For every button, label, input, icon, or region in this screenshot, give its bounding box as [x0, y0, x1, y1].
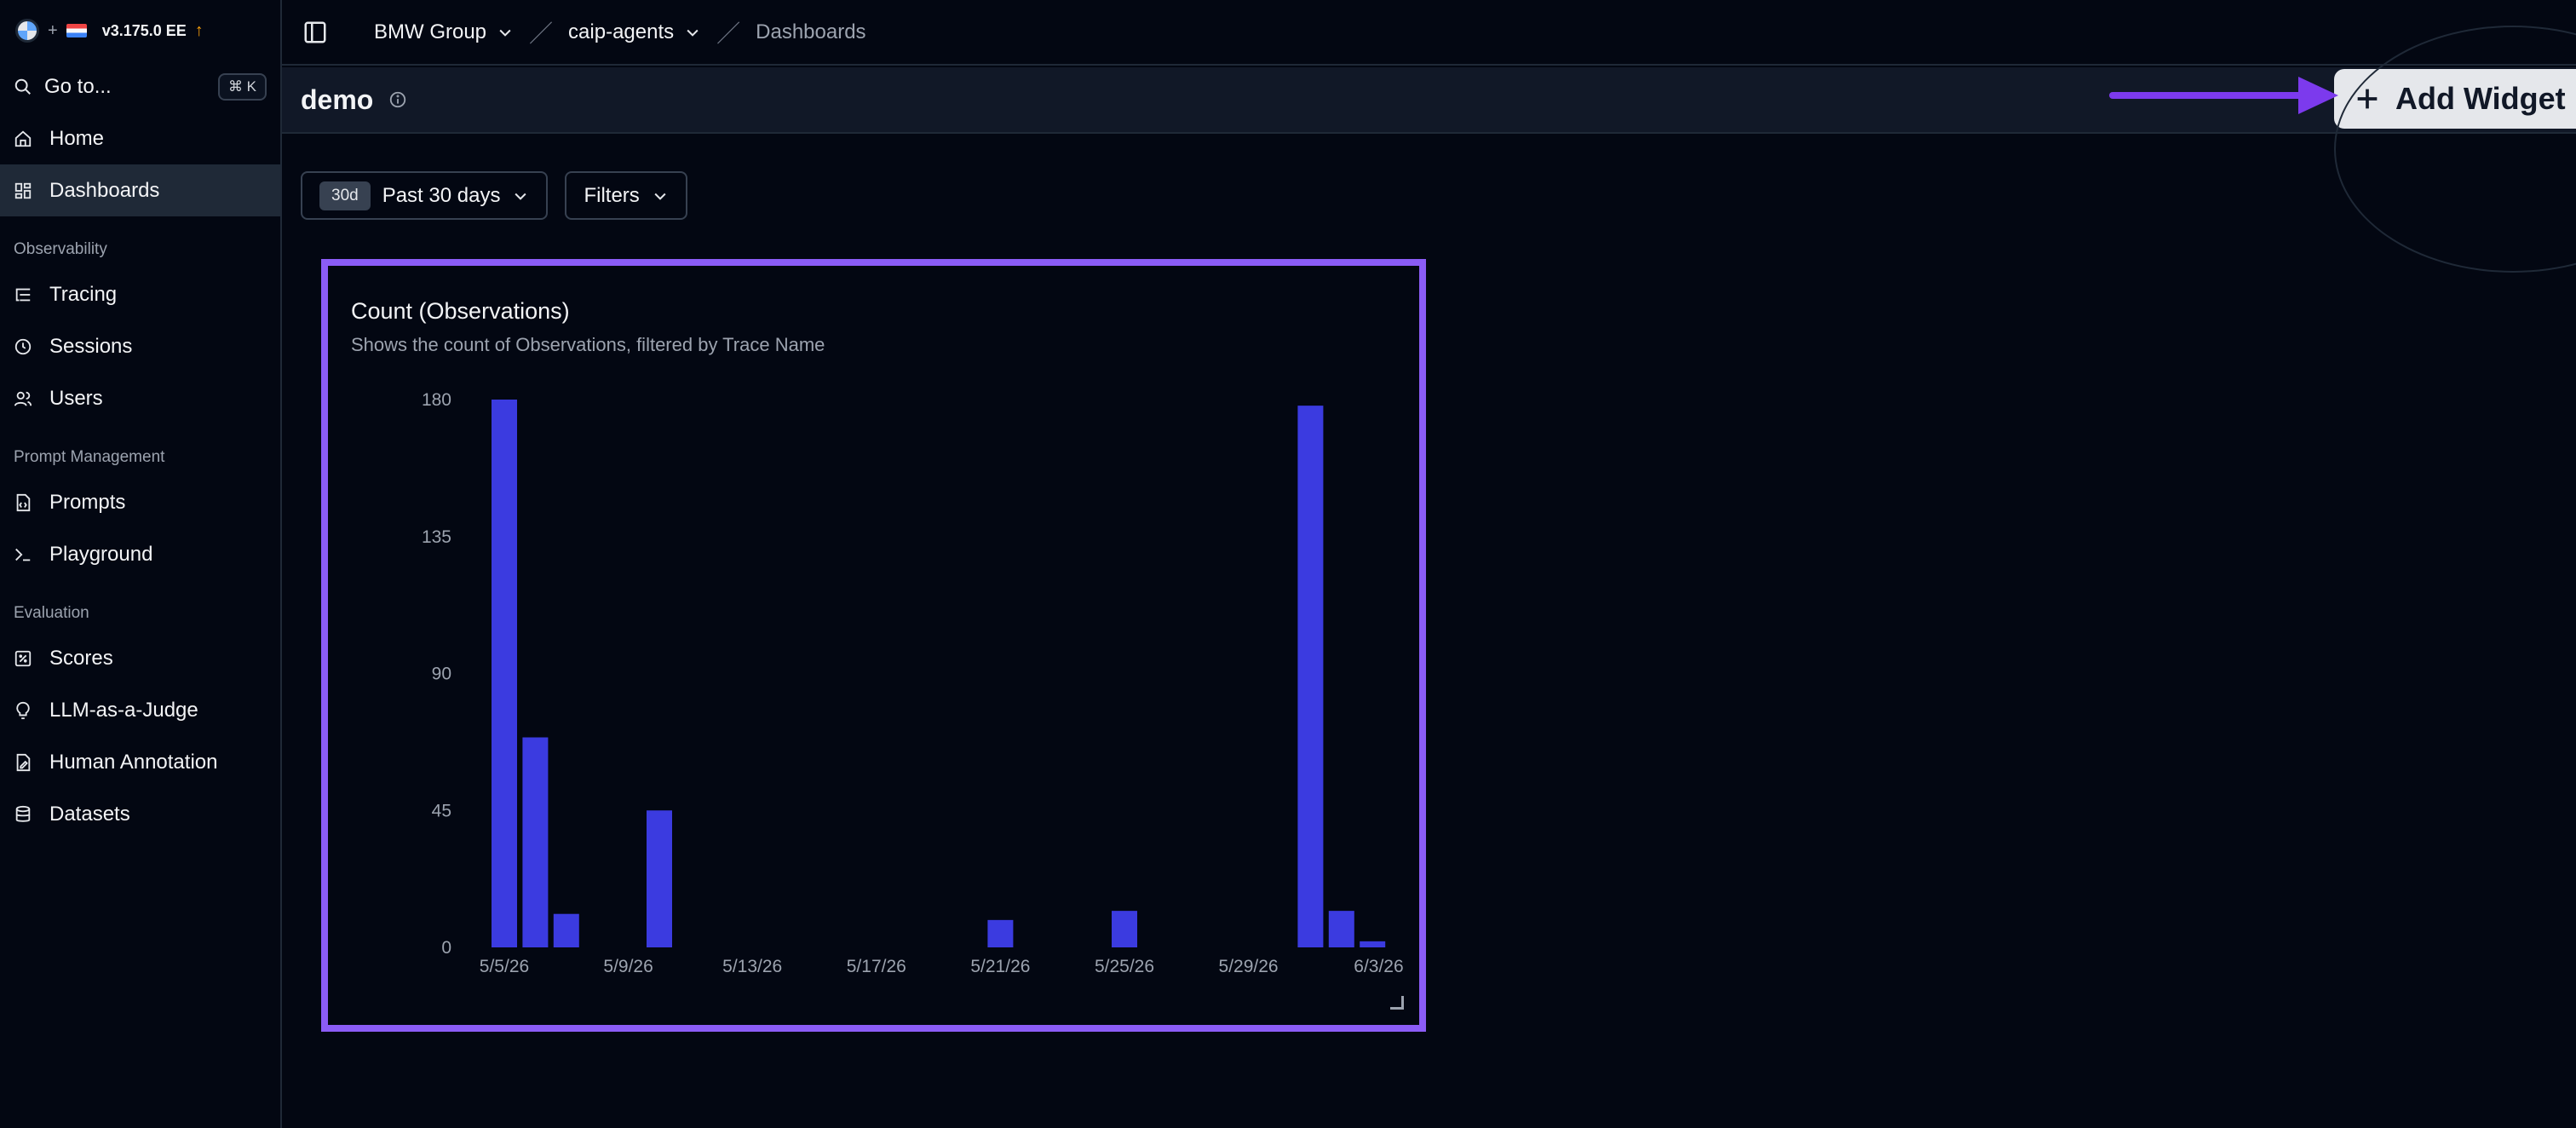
y-tick-label: 180: [422, 390, 451, 410]
sidebar: + v3.175.0 EE ↑ Go to... ⌘ K Home Dashbo…: [0, 0, 282, 1128]
date-range-picker[interactable]: 30d Past 30 days: [301, 171, 549, 220]
square-percent-icon: [14, 650, 32, 666]
sidebar-item-label: LLM-as-a-Judge: [49, 698, 198, 722]
x-tick-label: 5/5/26: [480, 957, 529, 976]
chart-bar[interactable]: [987, 919, 1014, 947]
x-tick-label: 6/3/26: [1354, 957, 1403, 976]
sidebar-item-llm-judge[interactable]: LLM-as-a-Judge: [0, 684, 280, 736]
chevron-down-icon: [687, 29, 699, 37]
sidebar-item-label: Playground: [49, 542, 153, 566]
sidebar-item-label: Datasets: [49, 802, 130, 826]
annotation-icon: [16, 753, 31, 771]
date-range-tag: 30d: [319, 181, 371, 210]
chart-bar[interactable]: [1112, 911, 1137, 947]
chart-bar[interactable]: [522, 737, 549, 947]
widget-card[interactable]: Count (Observations) Shows the count of …: [321, 259, 1426, 1032]
goto-shortcut: ⌘ K: [217, 73, 267, 101]
sidebar-item-label: Dashboards: [49, 178, 160, 202]
sidebar-item-label: Human Annotation: [49, 750, 218, 774]
breadcrumb-project-label: caip-agents: [568, 20, 675, 43]
search-icon: [14, 78, 31, 95]
lightbulb-icon: [16, 701, 30, 719]
breadcrumb-org[interactable]: BMW Group: [374, 20, 514, 44]
flag-icon: [66, 24, 87, 37]
top-bar: BMW Group ／ caip-agents ／ Dashboards: [282, 0, 2576, 66]
y-tick-label: 0: [441, 938, 451, 958]
sidebar-item-users[interactable]: Users: [0, 372, 280, 424]
page-title: demo: [301, 83, 374, 115]
sidebar-toggle-icon[interactable]: [302, 20, 328, 45]
sidebar-item-label: Tracing: [49, 282, 118, 306]
sidebar-item-playground[interactable]: Playground: [0, 528, 280, 580]
chart-bar[interactable]: [492, 400, 517, 947]
sidebar-item-datasets[interactable]: Datasets: [0, 788, 280, 840]
sidebar-item-label: Sessions: [49, 334, 133, 358]
chart-bar[interactable]: [1360, 941, 1386, 947]
breadcrumb-org-label: BMW Group: [374, 20, 487, 43]
list-tree-icon: [15, 288, 31, 301]
sidebar-item-label: Scores: [49, 646, 113, 670]
date-range-label: Past 30 days: [382, 183, 501, 207]
goto-label: Go to...: [44, 75, 112, 98]
sidebar-item-dashboards[interactable]: Dashboards: [0, 164, 280, 216]
sidebar-item-sessions[interactable]: Sessions: [0, 320, 280, 372]
bmw-logo-icon: [15, 19, 39, 43]
sidebar-item-tracing[interactable]: Tracing: [0, 268, 280, 320]
y-tick-label: 45: [432, 801, 451, 820]
chart-bar[interactable]: [1297, 406, 1324, 948]
update-arrow-icon: ↑: [194, 20, 204, 40]
sidebar-item-human-annotation[interactable]: Human Annotation: [0, 736, 280, 788]
section-prompt-management: Prompt Management: [14, 448, 165, 466]
bar-chart: 0 45 90 135 180 5/5/26 5/9/26 5/13/26 5/17/26 5/2…: [422, 390, 1404, 976]
brand-header: + v3.175.0 EE ↑: [0, 0, 280, 61]
chart-bar[interactable]: [1328, 911, 1354, 947]
home-icon: [14, 130, 32, 147]
chevron-down-icon: [499, 29, 511, 37]
y-tick-label: 135: [422, 527, 451, 547]
x-tick-label: 5/9/26: [603, 957, 653, 976]
file-code-icon: [16, 493, 31, 511]
section-evaluation: Evaluation: [14, 604, 89, 622]
x-tick-label: 5/13/26: [722, 957, 782, 976]
dashboard-icon: [14, 182, 32, 199]
y-tick-label: 90: [432, 665, 451, 684]
breadcrumb-page: Dashboards: [756, 20, 866, 43]
chart-bar[interactable]: [647, 810, 672, 947]
terminal-icon: [15, 548, 31, 561]
chevron-down-icon: [654, 193, 666, 200]
goto-search[interactable]: Go to... ⌘ K: [0, 61, 280, 112]
sidebar-item-label: Prompts: [49, 490, 126, 514]
users-icon: [14, 391, 32, 406]
x-tick-label: 5/21/26: [970, 957, 1030, 976]
resize-handle[interactable]: [1390, 996, 1404, 1010]
filters-button[interactable]: Filters: [565, 171, 687, 220]
x-tick-label: 5/17/26: [847, 957, 906, 976]
callout-arrow-icon: [2109, 77, 2338, 114]
chevron-down-icon: [515, 193, 526, 200]
x-tick-label: 5/25/26: [1095, 957, 1154, 976]
version-label[interactable]: v3.175.0 EE: [102, 22, 187, 40]
breadcrumb-project[interactable]: caip-agents: [568, 20, 701, 44]
sidebar-item-label: Home: [49, 126, 105, 150]
filters-label: Filters: [584, 183, 640, 207]
chart-bar[interactable]: [553, 913, 579, 947]
database-icon: [15, 805, 31, 822]
breadcrumb-separator: ／: [716, 20, 741, 47]
sidebar-item-home[interactable]: Home: [0, 112, 280, 164]
sidebar-item-label: Users: [49, 386, 103, 410]
clock-icon: [14, 338, 32, 354]
section-observability: Observability: [14, 240, 107, 258]
sidebar-item-scores[interactable]: Scores: [0, 632, 280, 684]
info-icon[interactable]: [388, 90, 407, 109]
sidebar-item-prompts[interactable]: Prompts: [0, 476, 280, 528]
breadcrumb-separator: ／: [529, 20, 554, 47]
brand-plus: +: [48, 20, 58, 40]
filter-bar: 30d Past 30 days Filters: [301, 171, 687, 220]
x-tick-label: 5/29/26: [1219, 957, 1279, 976]
